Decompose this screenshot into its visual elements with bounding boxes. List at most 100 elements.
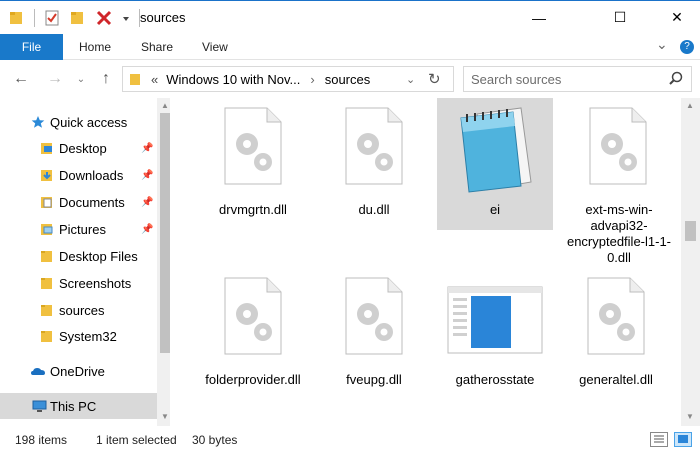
file-item[interactable]: drvmgrtn.dll	[195, 98, 311, 230]
refresh-icon[interactable]: ↻	[428, 70, 441, 88]
file-item-selected[interactable]: ei	[437, 98, 553, 230]
sidebar-scroll-thumb[interactable]	[160, 113, 170, 353]
sidebar-item-downloads[interactable]: Downloads 📌	[0, 162, 157, 188]
status-bar: 198 items 1 item selected 30 bytes	[0, 426, 700, 454]
content-scrollbar[interactable]: ▲ ▼	[681, 98, 700, 426]
pin-icon[interactable]: 📌	[141, 197, 153, 208]
breadcrumb-chevron-icon[interactable]: ›	[310, 72, 314, 87]
notepad-icon	[455, 104, 535, 196]
sidebar-item-onedrive[interactable]: OneDrive	[0, 358, 157, 384]
file-item[interactable]: ext-ms-win-advapi32-encryptedfile-l1-1-0…	[558, 98, 680, 265]
ribbon: File Home Share View ⌄ ?	[0, 34, 700, 60]
up-arrow-icon[interactable]: ↑	[95, 69, 117, 89]
pictures-folder-icon	[40, 222, 54, 236]
sidebar-item-pictures[interactable]: Pictures 📌	[0, 216, 157, 242]
details-view-icon[interactable]	[650, 432, 668, 447]
search-box[interactable]	[463, 66, 692, 92]
selection-size: 30 bytes	[192, 433, 238, 447]
tab-view[interactable]: View	[202, 34, 228, 60]
file-item[interactable]: du.dll	[316, 98, 432, 230]
breadcrumb-current[interactable]: sources	[325, 72, 371, 87]
sidebar-item-desktop-files[interactable]: Desktop Files	[0, 243, 157, 269]
navigation-pane: Quick access Desktop 📌 Downloads 📌 Docum…	[0, 98, 170, 426]
dll-file-icon	[586, 276, 646, 356]
pc-icon	[32, 399, 48, 413]
search-input[interactable]	[464, 71, 654, 87]
new-folder-icon[interactable]	[69, 9, 87, 27]
file-tab[interactable]: File	[0, 34, 63, 60]
recent-locations-icon[interactable]: ⌄	[70, 69, 92, 89]
title-bar: sources — ☐ ✕	[0, 0, 700, 34]
search-icon[interactable]	[669, 71, 683, 88]
window-title: sources	[140, 10, 186, 25]
file-item[interactable]: fveupg.dll	[316, 268, 432, 400]
file-name: ext-ms-win-advapi32-encryptedfile-l1-1-0…	[566, 202, 672, 265]
toolbar-separator	[34, 9, 35, 27]
maximize-button[interactable]: ☐	[597, 1, 643, 34]
file-name: drvmgrtn.dll	[219, 202, 287, 217]
scroll-up-arrow-icon[interactable]: ▲	[686, 101, 694, 110]
address-dropdown-icon[interactable]: ⌄	[406, 73, 415, 86]
address-bar[interactable]: « Windows 10 with Nov... › sources ⌄ ↻	[122, 66, 454, 92]
folder-icon	[129, 72, 143, 86]
folder-icon[interactable]	[8, 9, 26, 27]
application-icon	[447, 286, 543, 354]
quick-access-toolbar	[0, 1, 140, 35]
file-item[interactable]: gatherosstate	[437, 268, 553, 400]
sidebar-item-desktop[interactable]: Desktop 📌	[0, 135, 157, 161]
file-name: fveupg.dll	[346, 372, 402, 387]
sidebar-item-this-pc[interactable]: This PC	[0, 393, 157, 419]
sidebar-item-screenshots[interactable]: Screenshots	[0, 270, 157, 296]
folder-icon	[40, 276, 54, 290]
file-name: du.dll	[358, 202, 390, 217]
breadcrumb-overflow[interactable]: «	[151, 72, 158, 87]
selection-count: 1 item selected	[96, 433, 177, 447]
forward-arrow-icon[interactable]: →	[44, 69, 66, 89]
close-button[interactable]: ✕	[654, 1, 700, 34]
folder-icon	[40, 249, 54, 263]
file-view: drvmgrtn.dll du.dll ei ext-ms-win-advapi…	[175, 98, 680, 426]
dll-file-icon	[223, 106, 283, 186]
expand-ribbon-icon[interactable]: ⌄	[656, 36, 668, 53]
file-name: gatherosstate	[455, 372, 535, 387]
scroll-up-arrow-icon[interactable]: ▲	[161, 101, 169, 110]
sidebar-item-sources[interactable]: sources	[0, 297, 157, 323]
folder-icon	[40, 303, 54, 317]
star-icon	[31, 115, 45, 129]
content-scroll-thumb[interactable]	[685, 221, 696, 241]
sidebar-item-quick-access[interactable]: Quick access	[0, 109, 157, 135]
file-name: folderprovider.dll	[205, 372, 301, 387]
breadcrumb-item[interactable]: Windows 10 with Nov...	[166, 72, 300, 87]
folder-icon	[40, 329, 54, 343]
minimize-button[interactable]: —	[516, 1, 562, 34]
customize-dropdown-icon[interactable]	[121, 9, 131, 27]
properties-icon[interactable]	[43, 9, 61, 27]
delete-icon[interactable]	[95, 9, 113, 27]
folder-blue-icon	[40, 141, 54, 155]
sidebar-scrollbar[interactable]: ▲ ▼	[157, 98, 170, 426]
scroll-down-arrow-icon[interactable]: ▼	[686, 412, 694, 421]
dll-file-icon	[344, 106, 404, 186]
file-name: generaltel.dll	[579, 372, 653, 387]
navigation-bar: ← → ⌄ ↑ « Windows 10 with Nov... › sourc…	[0, 60, 700, 98]
pin-icon[interactable]: 📌	[141, 170, 153, 181]
large-icons-view-icon[interactable]	[674, 432, 692, 447]
dll-file-icon	[344, 276, 404, 356]
download-folder-icon	[40, 168, 54, 182]
tab-share[interactable]: Share	[141, 34, 173, 60]
documents-folder-icon	[40, 195, 54, 209]
scroll-down-arrow-icon[interactable]: ▼	[161, 412, 169, 421]
pin-icon[interactable]: 📌	[141, 224, 153, 235]
dll-file-icon	[588, 106, 648, 186]
pin-icon[interactable]: 📌	[141, 143, 153, 154]
tab-home[interactable]: Home	[79, 34, 111, 60]
item-count: 198 items	[15, 433, 68, 447]
file-item[interactable]: folderprovider.dll	[195, 268, 311, 400]
dll-file-icon	[223, 276, 283, 356]
onedrive-icon	[30, 364, 46, 378]
file-item[interactable]: generaltel.dll	[558, 268, 674, 400]
back-arrow-icon[interactable]: ←	[10, 69, 32, 89]
sidebar-item-documents[interactable]: Documents 📌	[0, 189, 157, 215]
sidebar-item-system32[interactable]: System32	[0, 323, 157, 349]
help-icon[interactable]: ?	[680, 40, 694, 54]
